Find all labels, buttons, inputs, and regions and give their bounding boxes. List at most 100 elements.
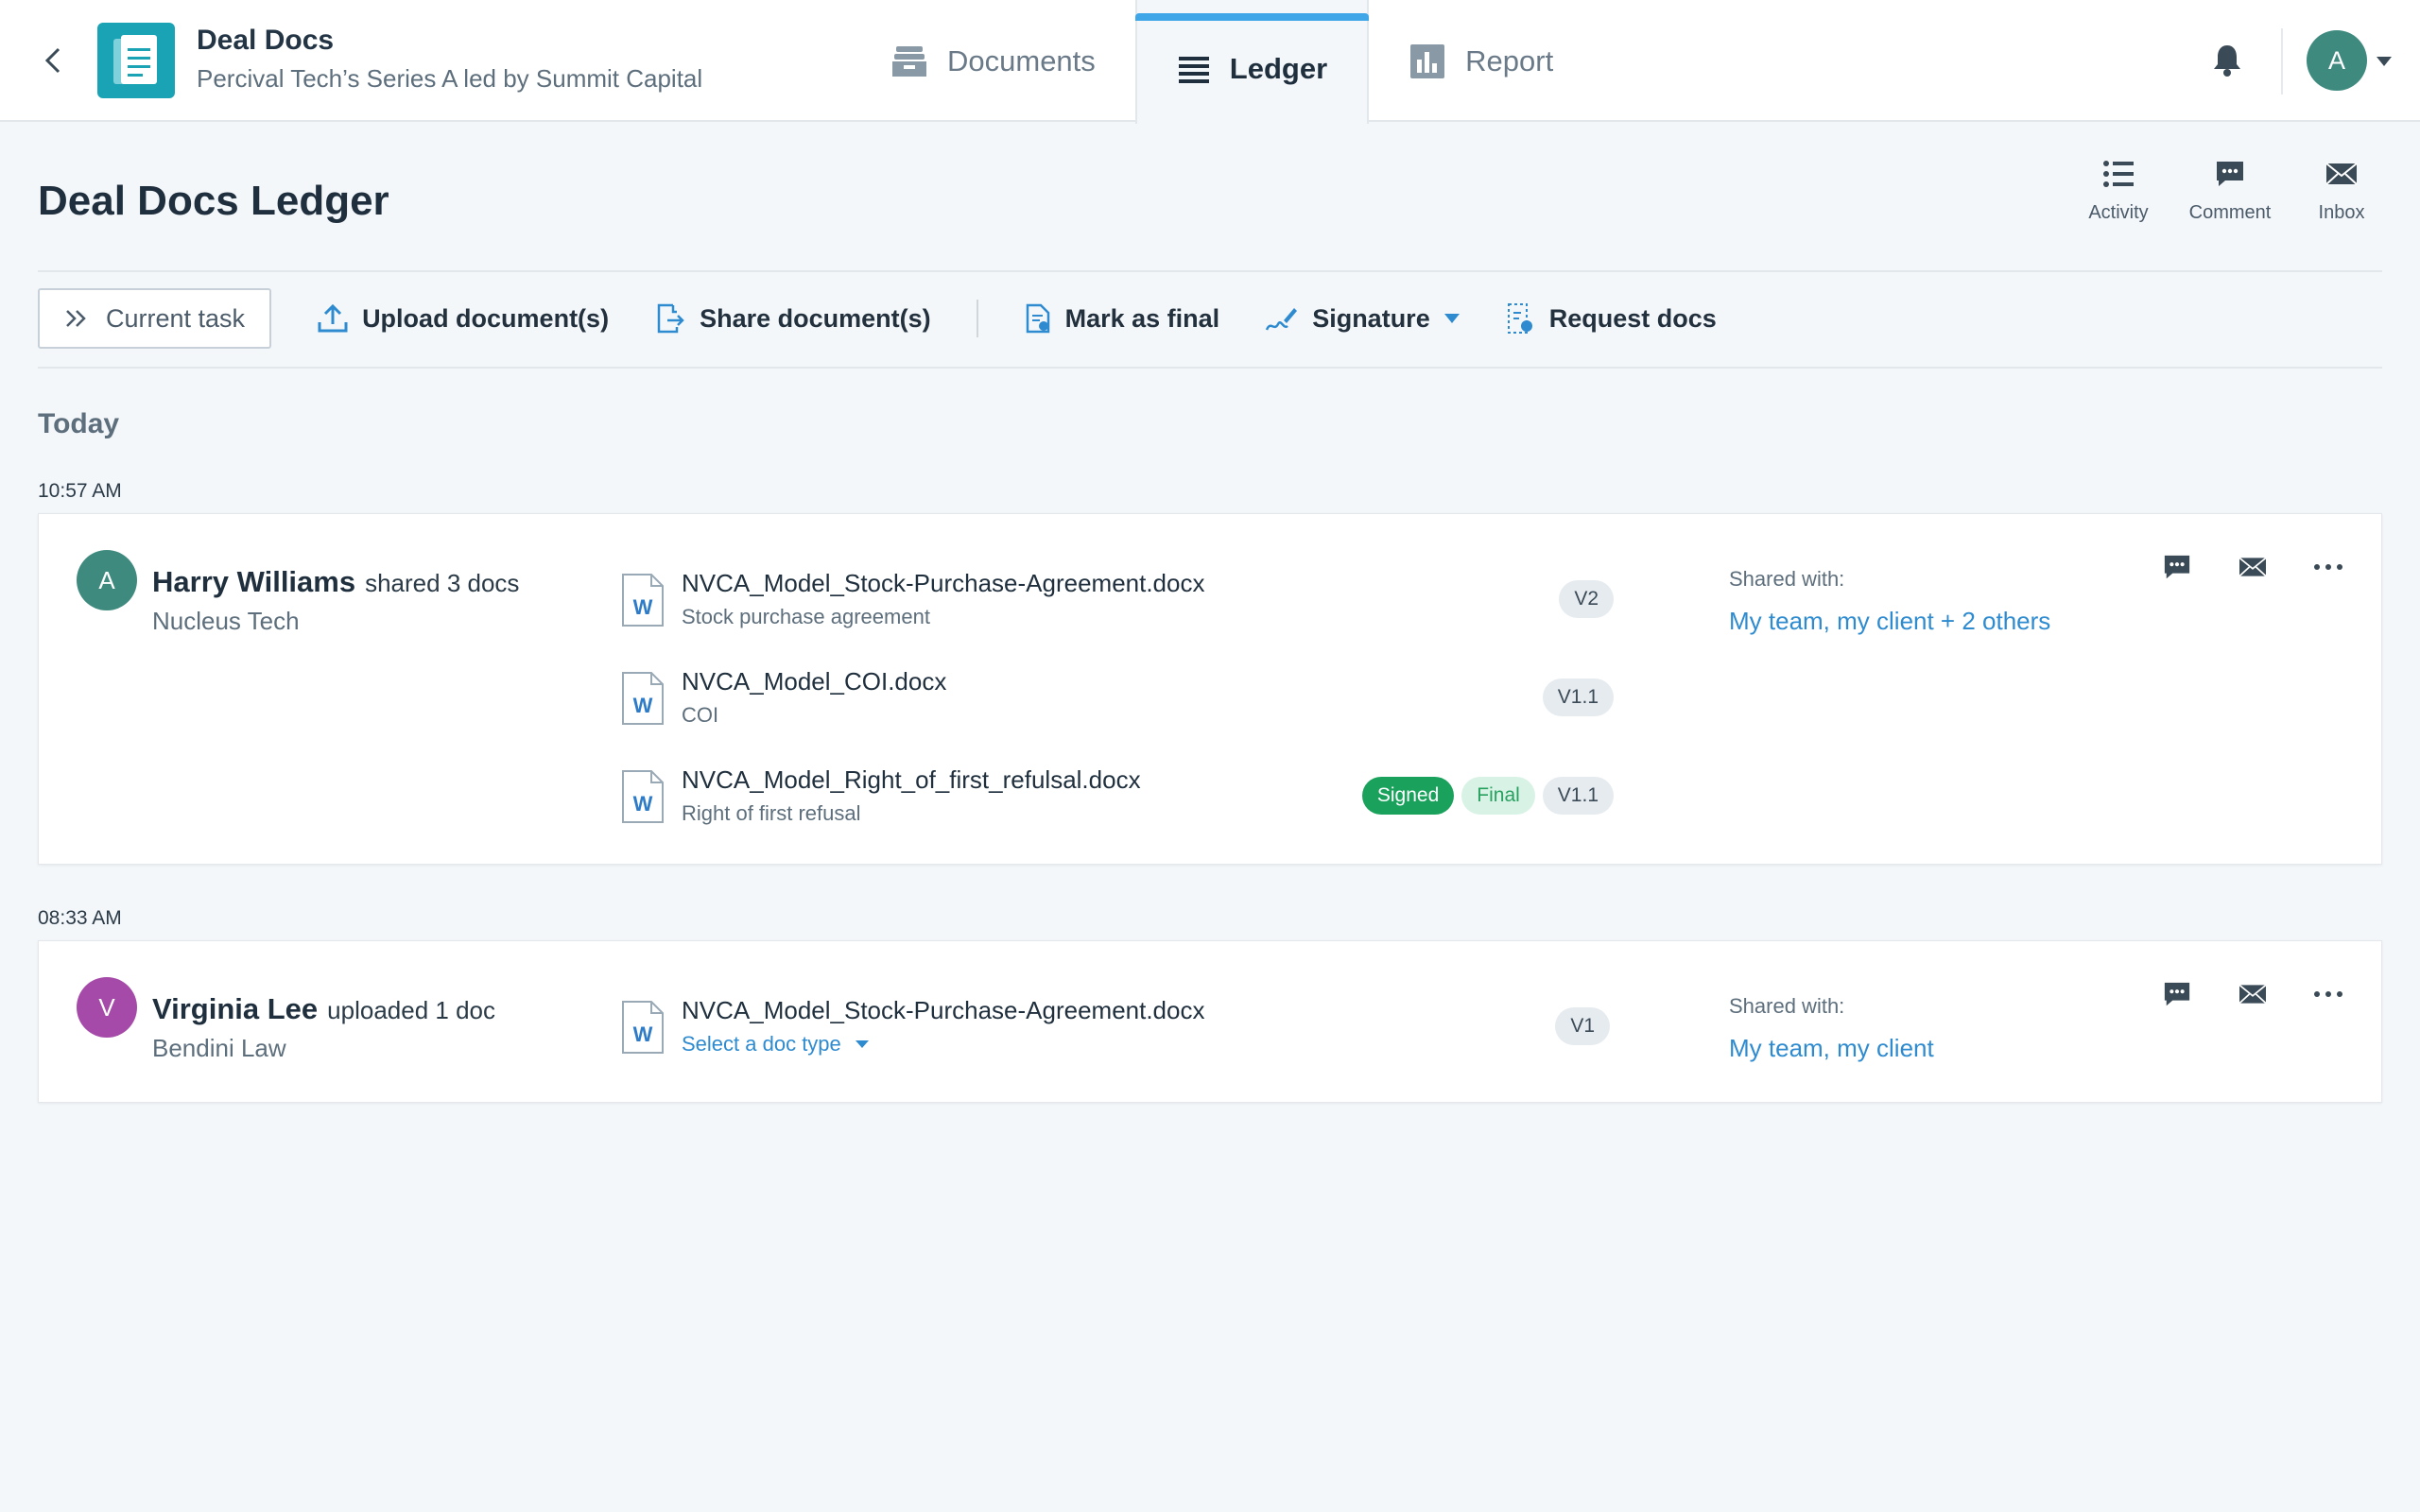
- chevron-left-icon: [44, 47, 60, 74]
- document-type: Stock purchase agreement: [682, 605, 930, 628]
- bell-icon: [2214, 45, 2240, 77]
- mark-final-button[interactable]: Mark as final: [1024, 302, 1220, 335]
- document-name[interactable]: NVCA_Model_Stock-Purchase-Agreement.docx: [682, 569, 1204, 598]
- user-menu-caret[interactable]: [2375, 55, 2394, 68]
- shared-with-label: Shared with:: [1729, 994, 1845, 1018]
- document-type: Right of first refusal: [682, 801, 861, 825]
- activity-button[interactable]: Activity: [2063, 159, 2174, 224]
- ledger-entry: A Harry Williams shared 3 docs Nucleus Te…: [38, 513, 2382, 865]
- tab-ledger[interactable]: Ledger: [1134, 0, 1370, 124]
- entry-actor: Harry Williams shared 3 docs: [152, 565, 519, 599]
- signed-badge: Signed: [1361, 777, 1455, 815]
- double-chevron-right-icon: [66, 310, 86, 327]
- upload-icon: [318, 303, 348, 333]
- list-lines-icon: [1178, 56, 1209, 83]
- document-badges: V1.1: [1542, 679, 1614, 716]
- caret-down-icon: [1443, 314, 1460, 323]
- shared-with-link[interactable]: My team, my client + 2 others: [1729, 607, 2050, 636]
- more-options-button[interactable]: [2311, 979, 2345, 1009]
- entry-time: 08:33 AM: [38, 907, 122, 929]
- final-badge: Final: [1461, 777, 1535, 815]
- main-tabs: Documents Ledger Report: [851, 0, 1593, 124]
- document-name[interactable]: NVCA_Model_Stock-Purchase-Agreement.docx: [682, 996, 1204, 1025]
- request-docs-label: Request docs: [1548, 303, 1717, 333]
- actor-name[interactable]: Harry Williams: [152, 565, 355, 598]
- version-badge: V2: [1559, 580, 1614, 618]
- document-badges: V1: [1555, 1007, 1610, 1045]
- document-name[interactable]: NVCA_Model_COI.docx: [682, 667, 946, 696]
- signature-label: Signature: [1312, 303, 1430, 333]
- activity-list-icon: [2103, 161, 2134, 187]
- document-row[interactable]: W NVCA_Model_Stock-Purchase-Agreement.do…: [621, 569, 1614, 644]
- shared-with-label: Shared with:: [1729, 567, 1845, 591]
- document-row[interactable]: W NVCA_Model_Right_of_first_refulsal.doc…: [621, 765, 1614, 841]
- caret-down-icon: [2377, 57, 2392, 66]
- toolbar-separator: [976, 300, 978, 337]
- actor-org: Bendini Law: [152, 1034, 286, 1062]
- email-entry-button[interactable]: [2236, 979, 2270, 1009]
- comment-icon: [2164, 982, 2190, 1006]
- actor-action: uploaded 1 doc: [327, 996, 495, 1024]
- share-document-icon: [657, 303, 684, 334]
- actor-org: Nucleus Tech: [152, 607, 300, 635]
- back-button[interactable]: [36, 42, 70, 79]
- entry-time: 10:57 AM: [38, 480, 122, 502]
- ellipsis-icon: [2314, 564, 2342, 570]
- document-badges: Signed Final V1.1: [1361, 777, 1614, 815]
- inbox-tray-icon: [892, 45, 926, 77]
- share-label: Share document(s): [700, 303, 931, 333]
- mark-final-label: Mark as final: [1064, 303, 1220, 333]
- comment-icon: [2217, 162, 2243, 186]
- actor-name[interactable]: Virginia Lee: [152, 992, 318, 1025]
- word-document-icon: W: [622, 574, 664, 627]
- document-row[interactable]: W NVCA_Model_COI.docx COI V1.1: [621, 667, 1614, 743]
- inbox-button[interactable]: Inbox: [2286, 159, 2397, 224]
- tab-documents[interactable]: Documents: [851, 0, 1135, 122]
- doc-type-select-label: Select a doc type: [682, 1032, 841, 1056]
- version-badge: V1: [1555, 1007, 1610, 1045]
- entry-actions: [2160, 979, 2345, 1009]
- tab-report[interactable]: Report: [1369, 0, 1593, 122]
- tool-label: Comment: [2188, 202, 2272, 223]
- ellipsis-icon: [2314, 991, 2342, 997]
- request-docs-button[interactable]: Request docs: [1506, 301, 1717, 335]
- signature-dropdown[interactable]: Signature: [1265, 303, 1461, 334]
- tab-label: Ledger: [1229, 51, 1328, 85]
- envelope-icon: [2325, 163, 2358, 185]
- comment-icon: [2164, 555, 2190, 579]
- actor-action: shared 3 docs: [365, 569, 520, 597]
- tab-label: Report: [1465, 43, 1554, 77]
- svg-text:W: W: [633, 792, 653, 816]
- more-options-button[interactable]: [2311, 552, 2345, 582]
- comment-button[interactable]: Comment: [2174, 159, 2286, 224]
- current-task-label: Current task: [106, 303, 246, 333]
- deal-subtitle: Percival Tech’s Series A led by Summit C…: [197, 64, 703, 93]
- request-document-icon: [1507, 303, 1532, 334]
- comment-entry-button[interactable]: [2160, 552, 2194, 582]
- share-documents-button[interactable]: Share document(s): [654, 302, 931, 335]
- page-tools: Activity Comment Inbox: [2063, 159, 2397, 224]
- document-name[interactable]: NVCA_Model_Right_of_first_refulsal.docx: [682, 765, 1141, 795]
- avatar: A: [77, 550, 137, 610]
- version-badge: V1.1: [1542, 679, 1614, 716]
- svg-text:W: W: [633, 694, 653, 717]
- version-badge: V1.1: [1542, 777, 1614, 815]
- shared-with-link[interactable]: My team, my client: [1729, 1034, 1934, 1063]
- svg-text:W: W: [633, 595, 653, 619]
- avatar: V: [77, 977, 137, 1038]
- doc-type-select[interactable]: Select a doc type: [682, 1032, 870, 1057]
- caret-down-icon: [855, 1040, 869, 1048]
- document-badges: V2: [1559, 580, 1614, 618]
- svg-text:W: W: [633, 1022, 653, 1046]
- notifications-button[interactable]: [2208, 42, 2246, 79]
- signature-pen-icon: [1266, 308, 1298, 331]
- email-entry-button[interactable]: [2236, 552, 2270, 582]
- current-task-button[interactable]: Current task: [38, 288, 272, 349]
- bar-chart-icon: [1410, 43, 1445, 78]
- document-row[interactable]: W NVCA_Model_Stock-Purchase-Agreement.do…: [621, 996, 1614, 1072]
- upload-documents-button[interactable]: Upload document(s): [317, 303, 609, 334]
- comment-entry-button[interactable]: [2160, 979, 2194, 1009]
- header-divider: [2281, 28, 2283, 94]
- document-check-icon: [1026, 303, 1049, 334]
- user-avatar[interactable]: A: [2307, 30, 2367, 91]
